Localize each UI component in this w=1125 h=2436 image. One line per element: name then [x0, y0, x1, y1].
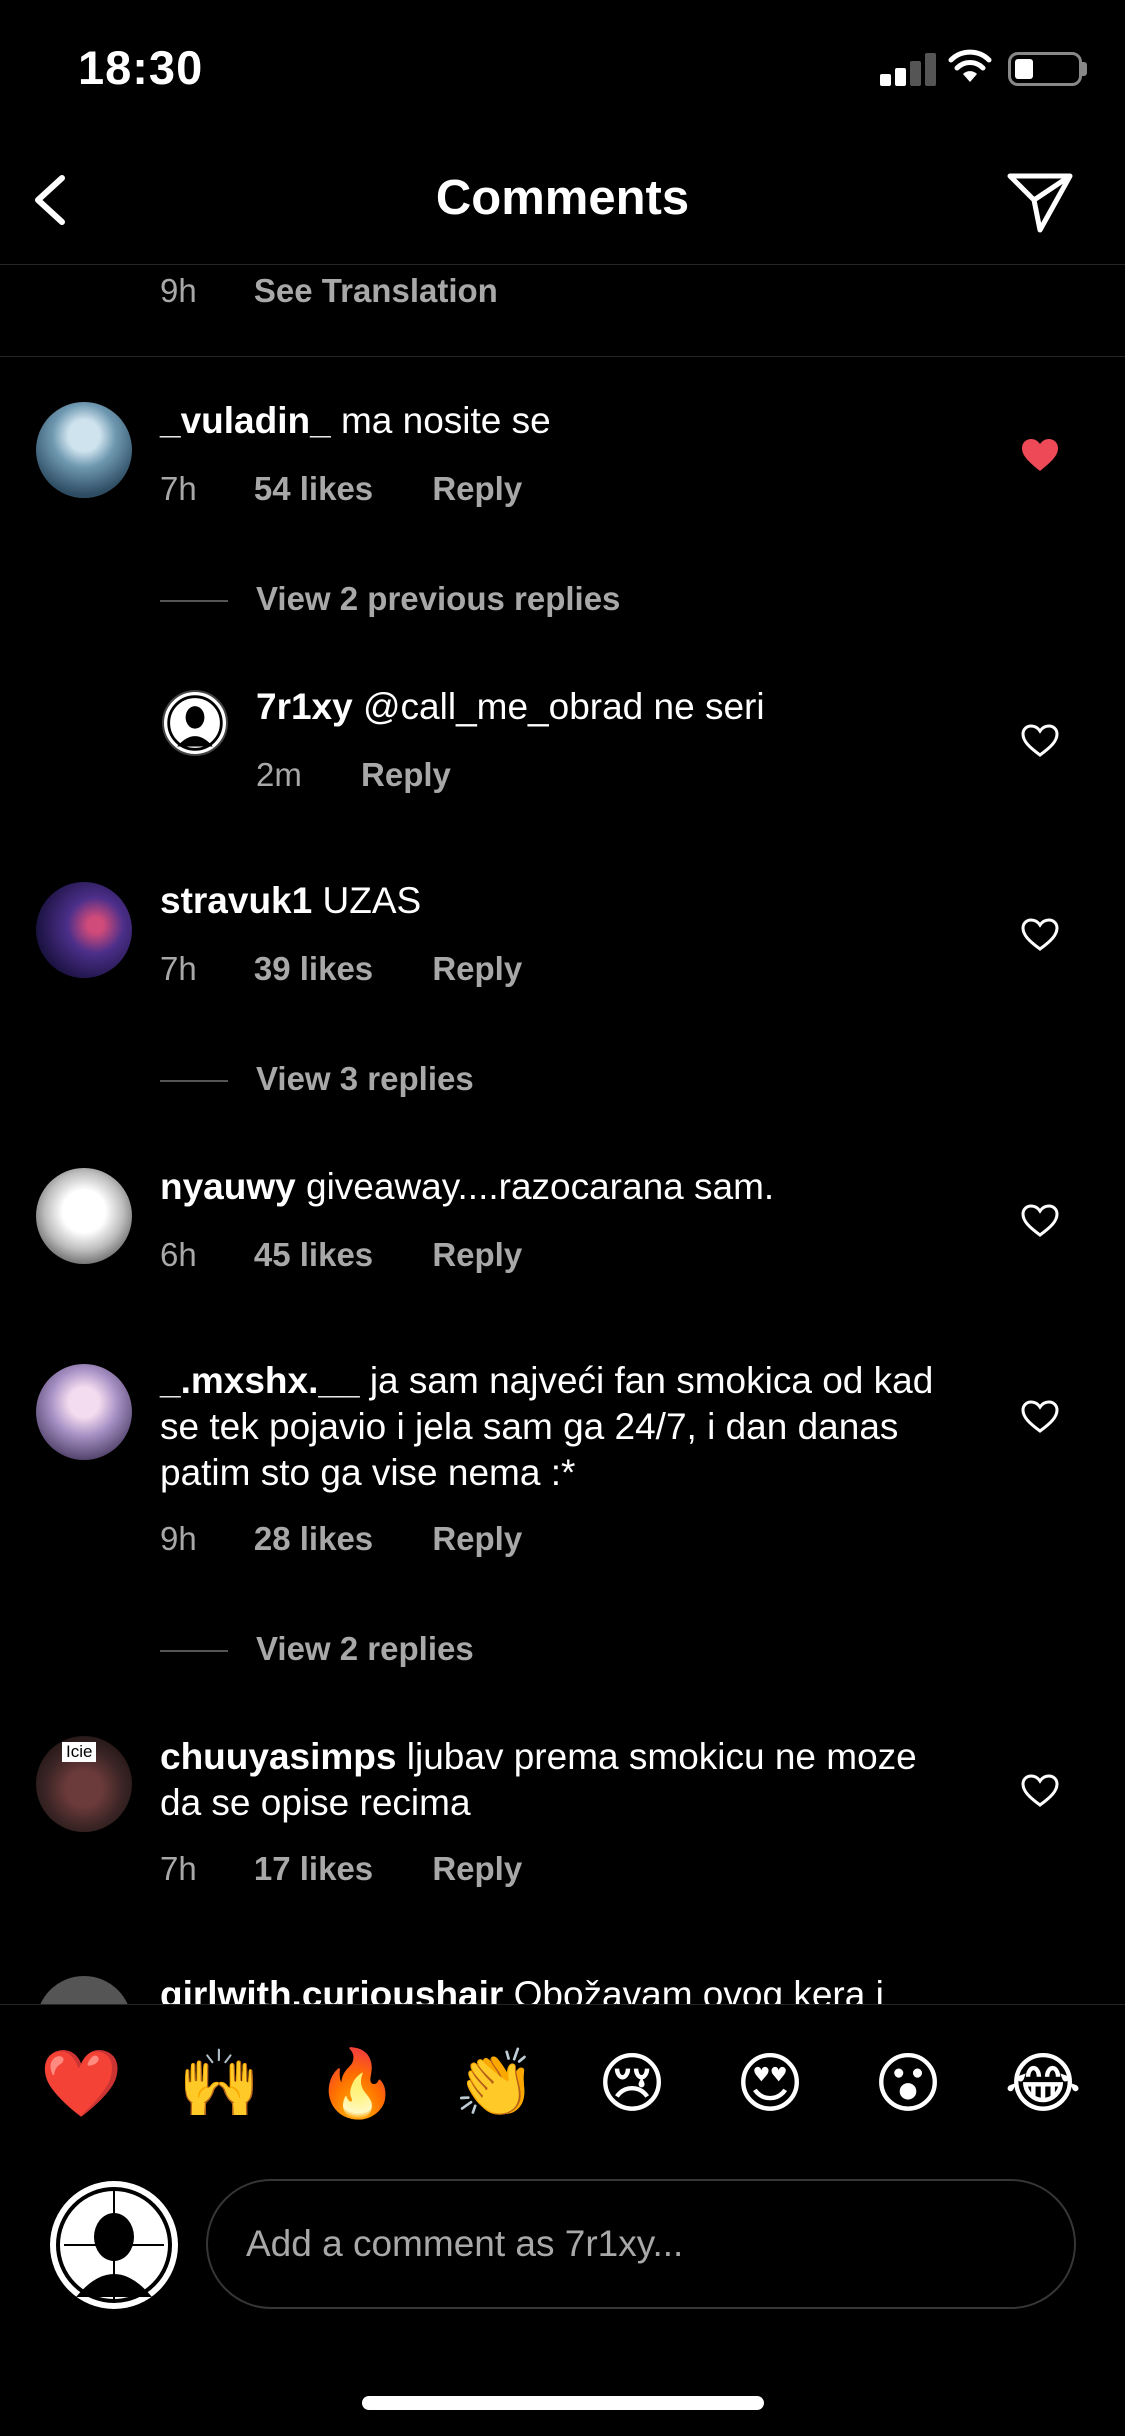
- comment-time: 6h: [160, 1236, 197, 1273]
- avatar[interactable]: Icie: [36, 1736, 132, 1832]
- comment-meta: 9h 28 likes Reply: [160, 1520, 522, 1558]
- avatar[interactable]: [36, 1168, 132, 1264]
- comment-time: 9h: [160, 1520, 197, 1557]
- page-title: Comments: [435, 171, 690, 225]
- emoji-fire-button[interactable]: 🔥: [316, 2045, 398, 2123]
- emoji-crying-button[interactable]: 😢: [592, 2045, 672, 2122]
- comment-username[interactable]: chuuyasimps: [160, 1736, 396, 1777]
- comment-time: 7h: [160, 950, 197, 987]
- status-bar: 18:30: [0, 0, 1125, 140]
- comment-body: @call_me_obrad ne seri: [363, 686, 765, 727]
- reply-button[interactable]: Reply: [432, 1236, 522, 1274]
- comment-text: _.mxshx.__ ja sam najveći fan smokica od…: [160, 1358, 960, 1496]
- view-replies-label: View 2 previous replies: [256, 580, 621, 617]
- view-replies-button[interactable]: View 3 replies: [160, 1060, 474, 1098]
- comment-input[interactable]: [206, 2179, 1076, 2309]
- avatar[interactable]: [162, 690, 228, 756]
- comment-text: 7r1xy @call_me_obrad ne seri: [256, 684, 1056, 730]
- comment-username[interactable]: 7r1xy: [256, 686, 353, 727]
- comment-meta: 6h 45 likes Reply: [160, 1236, 522, 1274]
- reply-button[interactable]: Reply: [361, 756, 451, 794]
- view-replies-label: View 2 replies: [256, 1630, 474, 1667]
- send-direct-icon[interactable]: [1004, 164, 1076, 236]
- likes-count[interactable]: 39 likes: [254, 950, 373, 988]
- emoji-quick-bar: ❤️ 🙌 🔥 👏 😢 😍 😮 😂: [0, 2004, 1125, 2174]
- emoji-laughing-button[interactable]: 😂: [1003, 2045, 1083, 2122]
- comment-text: nyauwy giveaway....razocarana sam.: [160, 1164, 960, 1210]
- comment-composer: [0, 2175, 1125, 2315]
- likes-count[interactable]: 54 likes: [254, 470, 373, 508]
- comment-body: ma nosite se: [340, 400, 551, 441]
- reply-button[interactable]: Reply: [432, 470, 522, 508]
- view-replies-label: View 3 replies: [256, 1060, 474, 1097]
- avatar-caption: Icie: [62, 1742, 97, 1762]
- emoji-heart-eyes-button[interactable]: 😍: [730, 2045, 810, 2122]
- nav-bar: Comments: [0, 140, 1125, 265]
- wifi-icon: [948, 49, 992, 82]
- likes-count[interactable]: 28 likes: [254, 1520, 373, 1558]
- heart-outline-icon[interactable]: [1021, 724, 1059, 758]
- avatar[interactable]: [36, 882, 132, 978]
- battery-icon: [1008, 52, 1082, 86]
- cellular-signal-icon: [880, 52, 936, 86]
- comment-time: 7h: [160, 470, 197, 507]
- heart-outline-icon[interactable]: [1021, 1400, 1059, 1434]
- heart-filled-icon[interactable]: [1021, 438, 1059, 472]
- emoji-raised-hands-button[interactable]: 🙌: [178, 2045, 260, 2123]
- comment-body: UZAS: [322, 880, 422, 921]
- home-indicator: [362, 2396, 764, 2410]
- comment-time: 7h: [160, 1850, 197, 1887]
- my-avatar[interactable]: [50, 2181, 178, 2309]
- comment-username[interactable]: stravuk1: [160, 880, 312, 921]
- likes-count[interactable]: 45 likes: [254, 1236, 373, 1274]
- heart-outline-icon[interactable]: [1021, 1774, 1059, 1808]
- emoji-heart-button[interactable]: ❤️: [40, 2045, 122, 2123]
- comment-time: 9h: [160, 272, 197, 309]
- reply-thread-line: [160, 600, 228, 603]
- comment-username[interactable]: _vuladin_: [160, 400, 331, 441]
- comment-meta: 7h 17 likes Reply: [160, 1850, 522, 1888]
- comment-username[interactable]: _.mxshx.__: [160, 1360, 360, 1401]
- comment-body: giveaway....razocarana sam.: [306, 1166, 775, 1207]
- heart-outline-icon[interactable]: [1021, 918, 1059, 952]
- comment-meta: 7h 54 likes Reply: [160, 470, 522, 508]
- comment-username[interactable]: nyauwy: [160, 1166, 296, 1207]
- reply-thread-line: [160, 1080, 228, 1083]
- divider: [0, 356, 1125, 357]
- heart-outline-icon[interactable]: [1021, 1204, 1059, 1238]
- reply-button[interactable]: Reply: [432, 1850, 522, 1888]
- comment-text: chuuyasimps ljubav prema smokicu ne moze…: [160, 1734, 960, 1826]
- view-replies-button[interactable]: View 2 replies: [160, 1630, 474, 1668]
- comment-text: stravuk1 UZAS: [160, 878, 960, 924]
- anonymous-mask-icon: [56, 2187, 172, 2303]
- emoji-clap-button[interactable]: 👏: [454, 2045, 536, 2123]
- comment-time: 2m: [256, 756, 302, 793]
- see-translation-button[interactable]: See Translation: [254, 272, 498, 309]
- comment-meta: 7h 39 likes Reply: [160, 950, 522, 988]
- emoji-surprised-button[interactable]: 😮: [868, 2045, 948, 2122]
- view-replies-button[interactable]: View 2 previous replies: [160, 580, 620, 618]
- anonymous-mask-icon: [167, 695, 223, 751]
- reply-button[interactable]: Reply: [432, 950, 522, 988]
- status-time: 18:30: [78, 41, 204, 94]
- likes-count[interactable]: 17 likes: [254, 1850, 373, 1888]
- reply-button[interactable]: Reply: [432, 1520, 522, 1558]
- previous-comment-meta: 9h See Translation: [160, 272, 498, 310]
- battery-tip: [1082, 62, 1087, 76]
- avatar[interactable]: [36, 1364, 132, 1460]
- reply-thread-line: [160, 1650, 228, 1653]
- comment-text: _vuladin_ ma nosite se: [160, 398, 960, 444]
- comment-meta: 2m Reply: [256, 756, 451, 794]
- avatar[interactable]: [36, 402, 132, 498]
